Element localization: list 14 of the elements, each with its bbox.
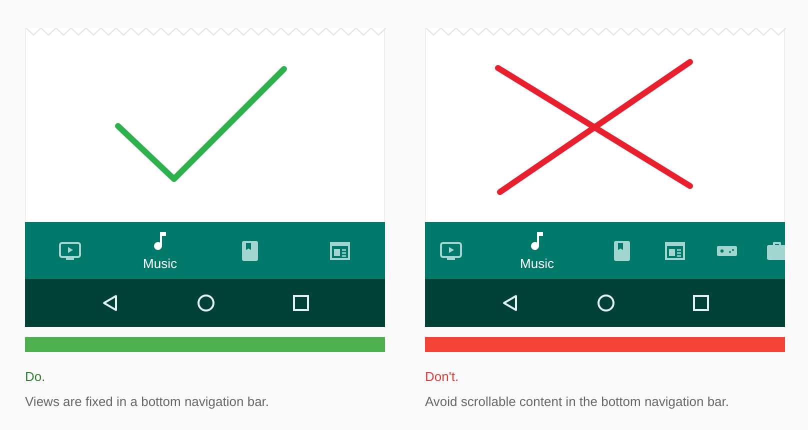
back-icon[interactable] xyxy=(101,294,119,312)
checkmark-icon xyxy=(115,66,287,182)
caption: Views are fixed in a bottom navigation bar. xyxy=(25,392,270,411)
back-icon[interactable] xyxy=(501,294,519,312)
home-icon[interactable] xyxy=(197,294,215,312)
recents-icon[interactable] xyxy=(293,295,309,311)
verdict-label: Don't. xyxy=(425,368,460,386)
caption: Avoid scrollable content in the bottom navigation bar. xyxy=(425,392,730,411)
nav-item[interactable]: Music xyxy=(143,229,177,272)
home-icon[interactable] xyxy=(597,294,615,312)
verdict-label: Do. xyxy=(25,368,46,386)
nav-item[interactable]: Music xyxy=(520,229,554,272)
cross-icon xyxy=(495,59,693,195)
recents-icon[interactable] xyxy=(693,295,709,311)
